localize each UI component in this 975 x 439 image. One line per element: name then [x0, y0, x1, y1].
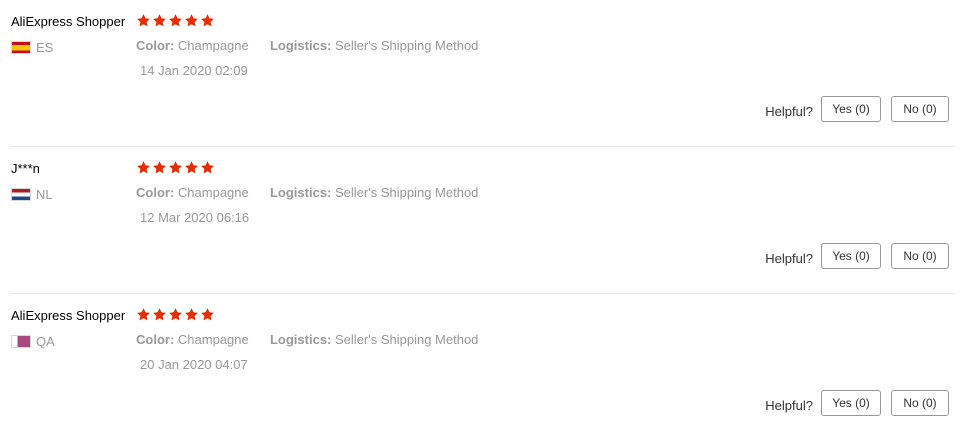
- reviewer-country: QA: [11, 333, 55, 349]
- review-item: AliExpress Shopper QA Color: Champagne L…: [0, 294, 975, 439]
- reviewer-name: J***n: [11, 161, 40, 176]
- reviewer-name: AliExpress Shopper: [11, 14, 126, 29]
- logistics-value: Seller's Shipping Method: [335, 38, 479, 53]
- logistics-value: Seller's Shipping Method: [335, 185, 479, 200]
- star-icon: [137, 161, 150, 174]
- review-date: 20 Jan 2020 04:07: [140, 357, 248, 372]
- review-date: 14 Jan 2020 02:09: [140, 63, 248, 78]
- review-attributes: Color: Champagne Logistics: Seller's Shi…: [136, 185, 478, 200]
- star-icon: [201, 14, 214, 27]
- helpful-label: Helpful?: [765, 397, 813, 413]
- star-rating: [136, 13, 215, 28]
- color-label: Color:: [136, 332, 175, 347]
- qatar-flag-icon: [11, 334, 31, 348]
- country-code: QA: [36, 333, 55, 349]
- helpful-label: Helpful?: [765, 103, 813, 119]
- review-date: 12 Mar 2020 06:16: [140, 210, 250, 225]
- star-icon: [137, 14, 150, 27]
- spain-flag-icon: [11, 40, 31, 54]
- color-value: Champagne: [177, 332, 249, 347]
- helpful-vote: Helpful? Yes (0) No (0): [765, 390, 949, 416]
- star-icon: [137, 308, 150, 321]
- color-label: Color:: [136, 38, 175, 53]
- star-icon: [185, 308, 198, 321]
- star-icon: [201, 161, 214, 174]
- helpful-yes-button[interactable]: Yes (0): [821, 243, 881, 269]
- logistics-label: Logistics:: [269, 38, 332, 53]
- review-attributes: Color: Champagne Logistics: Seller's Shi…: [136, 38, 478, 53]
- color-value: Champagne: [177, 38, 249, 53]
- country-code: ES: [36, 39, 54, 55]
- review-attributes: Color: Champagne Logistics: Seller's Shi…: [136, 332, 478, 347]
- reviewer-country: NL: [11, 186, 53, 202]
- star-icon: [185, 14, 198, 27]
- star-icon: [169, 14, 182, 27]
- star-icon: [169, 161, 182, 174]
- helpful-vote: Helpful? Yes (0) No (0): [765, 96, 949, 122]
- country-code: NL: [36, 186, 53, 202]
- helpful-no-button[interactable]: No (0): [891, 96, 949, 122]
- logistics-value: Seller's Shipping Method: [335, 332, 479, 347]
- star-icon: [185, 161, 198, 174]
- star-rating: [136, 307, 215, 322]
- review-list: AliExpress Shopper ES Color: Champagne L…: [0, 0, 975, 439]
- reviewer-name: AliExpress Shopper: [11, 308, 126, 323]
- color-label: Color:: [136, 185, 175, 200]
- color-value: Champagne: [177, 185, 249, 200]
- star-icon: [153, 308, 166, 321]
- logistics-label: Logistics:: [269, 185, 332, 200]
- helpful-no-button[interactable]: No (0): [891, 243, 949, 269]
- reviewer-country: ES: [11, 39, 54, 55]
- review-item: J***n NL Color: Champagne Logistics: Sel…: [0, 147, 975, 294]
- netherlands-flag-icon: [11, 187, 31, 201]
- helpful-yes-button[interactable]: Yes (0): [821, 390, 881, 416]
- helpful-vote: Helpful? Yes (0) No (0): [765, 243, 949, 269]
- star-icon: [153, 161, 166, 174]
- helpful-no-button[interactable]: No (0): [891, 390, 949, 416]
- star-icon: [201, 308, 214, 321]
- review-item: AliExpress Shopper ES Color: Champagne L…: [0, 0, 975, 147]
- logistics-label: Logistics:: [269, 332, 332, 347]
- helpful-label: Helpful?: [765, 250, 813, 266]
- star-rating: [136, 160, 215, 175]
- helpful-yes-button[interactable]: Yes (0): [821, 96, 881, 122]
- star-icon: [169, 308, 182, 321]
- star-icon: [153, 14, 166, 27]
